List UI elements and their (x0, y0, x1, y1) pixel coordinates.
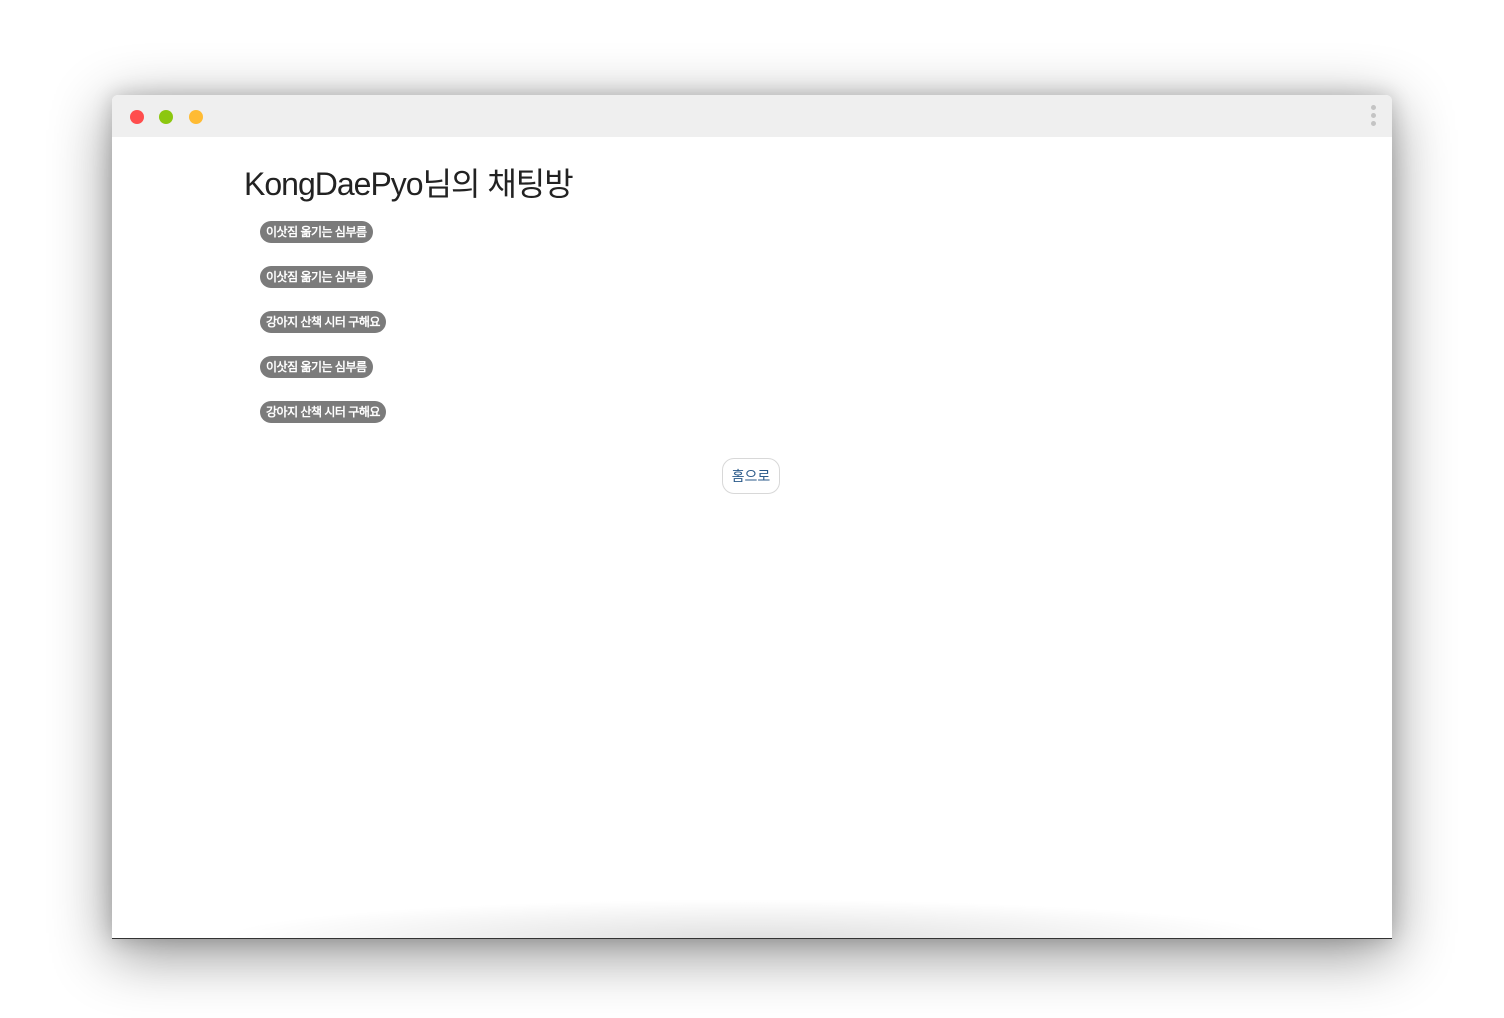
maximize-window-icon[interactable] (189, 110, 203, 124)
close-window-icon[interactable] (130, 110, 144, 124)
chat-room-chip[interactable]: 강아지 산책 시터 구해요 (260, 311, 386, 333)
kebab-vertical-icon[interactable] (1368, 105, 1380, 129)
browser-window: KongDaePyo님의 채팅방 이삿짐 옮기는 심부름 이삿짐 옮기는 심부름… (112, 95, 1392, 939)
chat-room-list: 이삿짐 옮기는 심부름 이삿짐 옮기는 심부름 강아지 산책 시터 구해요 이삿… (260, 221, 660, 446)
chat-room-chip[interactable]: 이삿짐 옮기는 심부름 (260, 266, 373, 288)
list-item: 강아지 산책 시터 구해요 (260, 311, 660, 356)
chat-room-chip[interactable]: 이삿짐 옮기는 심부름 (260, 221, 373, 243)
home-button[interactable]: 홈으로 (722, 458, 780, 494)
page-title: KongDaePyo님의 채팅방 (244, 166, 574, 202)
list-item: 이삿짐 옮기는 심부름 (260, 221, 660, 266)
list-item: 이삿짐 옮기는 심부름 (260, 356, 660, 401)
chat-room-chip[interactable]: 강아지 산책 시터 구해요 (260, 401, 386, 423)
minimize-window-icon[interactable] (159, 110, 173, 124)
chat-room-chip[interactable]: 이삿짐 옮기는 심부름 (260, 356, 373, 378)
list-item: 이삿짐 옮기는 심부름 (260, 266, 660, 311)
window-bottom-border (112, 938, 1392, 939)
title-bar (112, 95, 1392, 137)
page-content: KongDaePyo님의 채팅방 이삿짐 옮기는 심부름 이삿짐 옮기는 심부름… (112, 137, 1392, 939)
list-item: 강아지 산책 시터 구해요 (260, 401, 660, 446)
footer-shadow (212, 899, 1292, 939)
